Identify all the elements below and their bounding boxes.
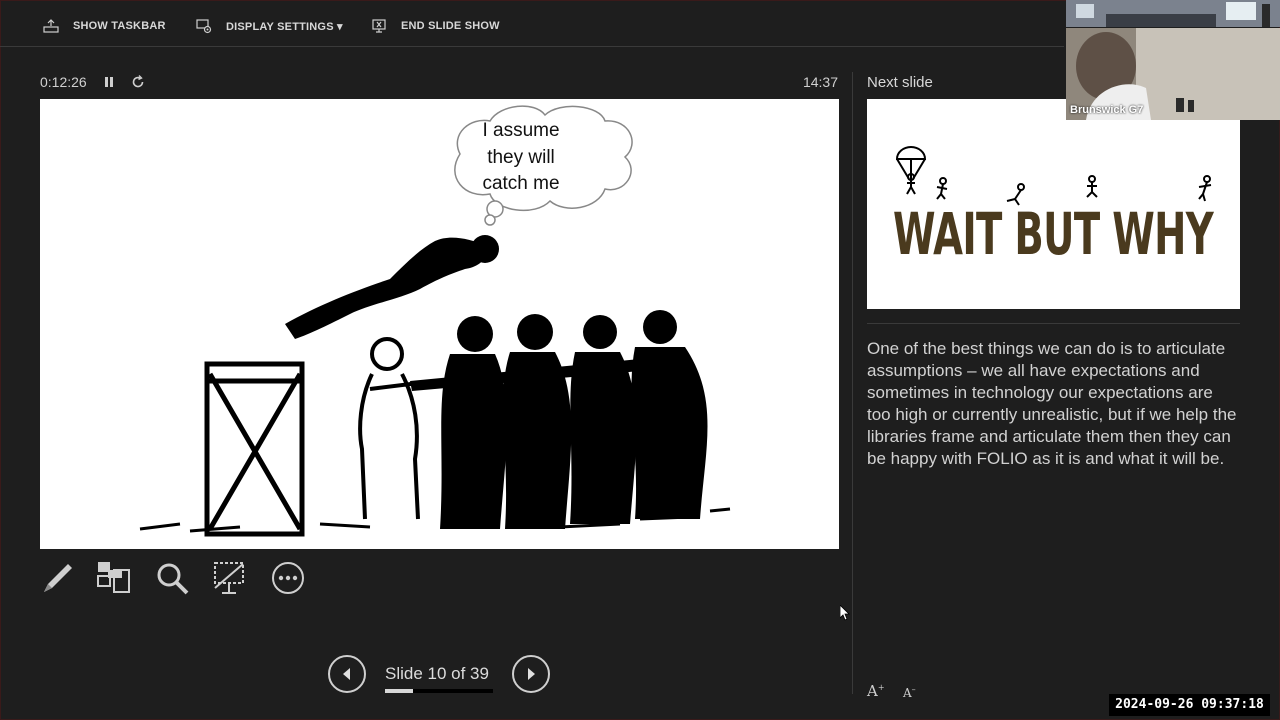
all-slides-icon[interactable]: [96, 560, 132, 596]
bubble-line: I assume: [482, 120, 560, 141]
bubble-line: catch me: [482, 173, 560, 194]
presenter-toolbar: SHOW TASKBAR DISPLAY SETTINGS ▾ END SLID…: [0, 0, 1064, 47]
video-tile-participant: Brunswick G7: [1066, 28, 1280, 120]
mouse-cursor-icon: [840, 605, 850, 621]
elapsed-timer: 0:12:26: [40, 74, 87, 90]
show-taskbar-label: SHOW TASKBAR: [73, 20, 166, 32]
logo-wordmark: WAIT BUT WHY: [893, 200, 1214, 268]
display-settings-icon: [196, 19, 212, 34]
speaker-notes: One of the best things we can do is to a…: [867, 339, 1237, 468]
zoom-icon[interactable]: [154, 560, 190, 596]
end-show-icon: [372, 19, 386, 33]
current-slide: [40, 99, 839, 549]
pen-icon[interactable]: [40, 560, 76, 596]
platform: [204, 361, 305, 537]
slide-counter[interactable]: Slide 10 of 39: [385, 664, 495, 684]
current-time: 14:37: [802, 74, 838, 90]
falling-person: [285, 237, 487, 339]
catchers-group: [410, 310, 708, 529]
more-options-icon[interactable]: [270, 560, 306, 596]
end-slide-show-button[interactable]: END SLIDE SHOW: [371, 18, 500, 34]
reset-icon[interactable]: [130, 74, 146, 90]
increase-font-label: A: [867, 682, 878, 700]
bubble-line: they will: [487, 146, 555, 168]
next-slide-button[interactable]: [512, 655, 550, 693]
thought-bubble-text: I assume they will catch me: [458, 118, 584, 198]
black-screen-icon[interactable]: [212, 560, 248, 596]
decrease-font-label: A: [903, 686, 912, 700]
recording-timestamp: 2024-09-26 09:37:18: [1109, 694, 1270, 716]
next-slide-thumbnail[interactable]: WAIT BUT WHY: [867, 99, 1240, 309]
end-slide-show-label: END SLIDE SHOW: [401, 20, 500, 32]
trust-fall-illustration: [139, 105, 731, 537]
prev-arrow-icon: [343, 668, 350, 680]
previous-slide-button[interactable]: [328, 655, 366, 693]
slide-progress-bar: [385, 689, 493, 693]
decrease-font-button[interactable]: A–: [903, 685, 916, 700]
room-video-feed: [1066, 0, 1280, 27]
parachute-figure: [895, 146, 927, 195]
outline-catcher: [358, 337, 436, 520]
notes-divider: [867, 323, 1240, 324]
display-settings-button[interactable]: DISPLAY SETTINGS ▾: [196, 18, 343, 34]
wait-but-why-logo: WAIT BUT WHY: [893, 146, 1215, 268]
panel-divider: [852, 72, 853, 694]
increase-font-button[interactable]: A+: [867, 682, 885, 700]
display-settings-label: DISPLAY SETTINGS ▾: [226, 20, 343, 33]
next-slide-label: Next slide: [867, 74, 933, 91]
video-tile-room: [1066, 0, 1280, 27]
show-taskbar-button[interactable]: SHOW TASKBAR: [43, 18, 166, 34]
slide-progress-fill: [385, 689, 413, 693]
pause-icon[interactable]: [103, 75, 115, 89]
taskbar-icon: [43, 19, 59, 33]
next-arrow-icon: [528, 668, 535, 680]
participant-name: Brunswick G7: [1070, 104, 1144, 116]
